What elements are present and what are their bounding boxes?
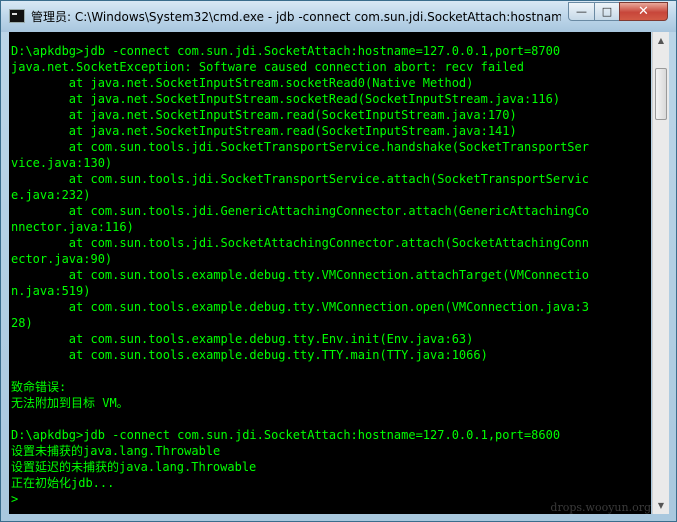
scrollbar-thumb[interactable]	[655, 68, 667, 120]
console-line: D:\apkdbg>jdb -connect com.sun.jdi.Socke…	[11, 44, 561, 58]
console-line: 设置未捕获的java.lang.Throwable	[11, 444, 221, 458]
watermark: drops.wooyun.org	[550, 501, 651, 514]
close-button[interactable]: ✕	[619, 2, 668, 21]
console-line: at com.sun.tools.example.debug.tty.VMCon…	[11, 300, 589, 314]
console-line: at com.sun.tools.jdi.SocketTransportServ…	[11, 140, 589, 154]
cmd-app-icon[interactable]	[9, 9, 25, 23]
console-line: at com.sun.tools.jdi.GenericAttachingCon…	[11, 204, 589, 218]
console-line: 无法附加到目标 VM。	[11, 396, 129, 410]
window-title: 管理员: C:\Windows\System32\cmd.exe - jdb -…	[31, 10, 561, 24]
console-line: at java.net.SocketInputStream.read(Socke…	[11, 124, 517, 138]
console-line: 28)	[11, 316, 33, 330]
scroll-up-arrow-icon[interactable]: ▲	[653, 32, 669, 49]
vertical-scrollbar[interactable]: ▲ ▼	[652, 32, 669, 514]
console-line: >	[11, 492, 19, 506]
console-line: at java.net.SocketInputStream.read(Socke…	[11, 108, 517, 122]
console-line: at com.sun.tools.jdi.SocketTransportServ…	[11, 172, 589, 186]
title-bar[interactable]: 管理员: C:\Windows\System32\cmd.exe - jdb -…	[1, 1, 676, 32]
console-line: e.java:232)	[11, 188, 91, 202]
console-line: ector.java:90)	[11, 252, 113, 266]
console-line: at java.net.SocketInputStream.socketRead…	[11, 76, 474, 90]
console-line: 正在初始化jdb...	[11, 476, 115, 490]
console-line: at com.sun.tools.example.debug.tty.Env.i…	[11, 332, 474, 346]
console-line: D:\apkdbg>jdb -connect com.sun.jdi.Socke…	[11, 428, 561, 442]
console-line: at com.sun.tools.jdi.SocketAttachingConn…	[11, 236, 589, 250]
maximize-button[interactable]: □	[594, 2, 620, 21]
console-line: 设置延迟的未捕获的java.lang.Throwable	[11, 460, 257, 474]
console-area[interactable]: D:\apkdbg>jdb -connect com.sun.jdi.Socke…	[9, 32, 651, 514]
console-line: at java.net.SocketInputStream.socketRead…	[11, 92, 561, 106]
console-line: at com.sun.tools.example.debug.tty.TTY.m…	[11, 348, 488, 362]
scroll-down-arrow-icon[interactable]: ▼	[653, 497, 669, 514]
console-line: n.java:519)	[11, 284, 91, 298]
cmd-window: 管理员: C:\Windows\System32\cmd.exe - jdb -…	[0, 0, 677, 522]
console-line: 致命错误:	[11, 380, 67, 394]
console-line: at com.sun.tools.example.debug.tty.VMCon…	[11, 268, 589, 282]
console-line: vice.java:130)	[11, 156, 113, 170]
console-line: nnector.java:116)	[11, 220, 134, 234]
minimize-button[interactable]: —	[568, 2, 595, 21]
console-output: D:\apkdbg>jdb -connect com.sun.jdi.Socke…	[11, 43, 589, 507]
console-line: java.net.SocketException: Software cause…	[11, 60, 524, 74]
